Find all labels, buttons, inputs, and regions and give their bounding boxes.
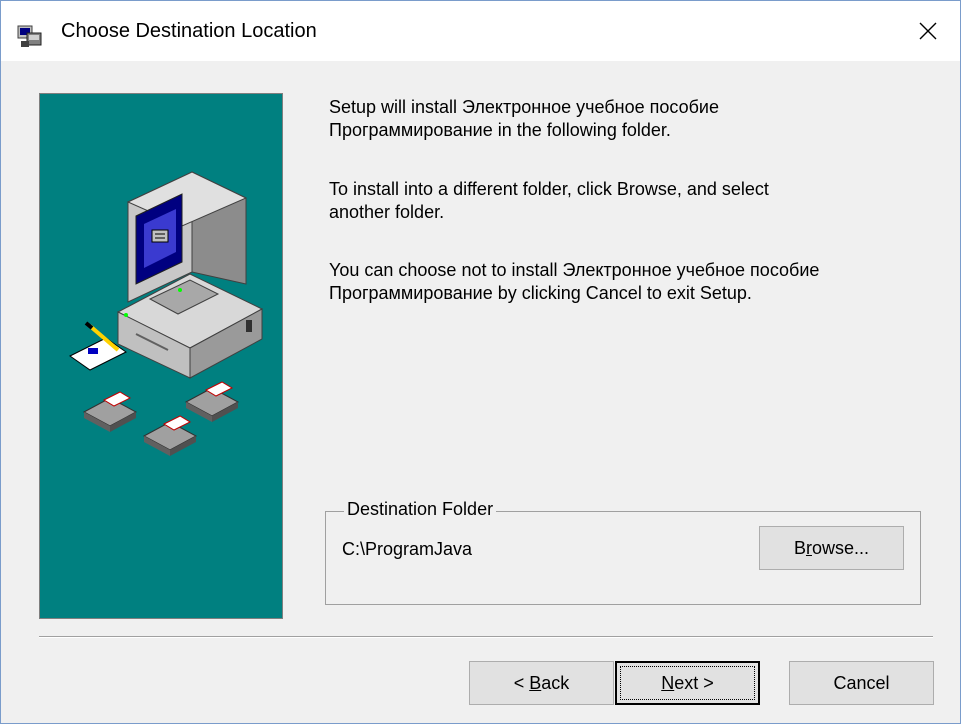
back-label: < Back xyxy=(513,672,570,693)
intro-line: Программирование by clicking Cancel to e… xyxy=(329,283,752,303)
intro-line: Setup will install Электронное учебное п… xyxy=(329,97,719,117)
destination-path: C:\ProgramJava xyxy=(342,539,473,559)
close-button[interactable] xyxy=(896,1,960,61)
setup-app-icon xyxy=(17,23,43,49)
window-title: Choose Destination Location xyxy=(61,20,317,42)
intro-line: Программирование in the following folder… xyxy=(329,120,671,140)
separator xyxy=(39,636,933,638)
next-button[interactable]: Next > xyxy=(615,661,760,705)
intro-paragraph-3: You can choose not to install Электронно… xyxy=(329,259,819,305)
setup-window: Choose Destination Location Setup will i… xyxy=(0,0,961,724)
intro-paragraph-1: Setup will install Электронное учебное п… xyxy=(329,96,719,142)
computer-setup-illustration xyxy=(39,93,283,619)
browse-button[interactable]: Browse... xyxy=(759,526,904,570)
intro-line: another folder. xyxy=(329,202,445,222)
intro-paragraph-2: To install into a different folder, clic… xyxy=(329,178,769,224)
intro-line: You can choose not to install Электронно… xyxy=(329,260,820,280)
cancel-button[interactable]: Cancel xyxy=(789,661,934,705)
dialog-body: Setup will install Электронное учебное п… xyxy=(1,61,960,723)
destination-folder-label: Destination Folder xyxy=(344,499,497,520)
close-icon xyxy=(919,22,937,40)
intro-line: To install into a different folder, clic… xyxy=(329,179,769,199)
title-bar: Choose Destination Location xyxy=(1,1,960,61)
focus-rectangle xyxy=(620,666,755,700)
browse-label: Browse... xyxy=(793,537,870,558)
back-button[interactable]: < Back xyxy=(469,661,614,705)
